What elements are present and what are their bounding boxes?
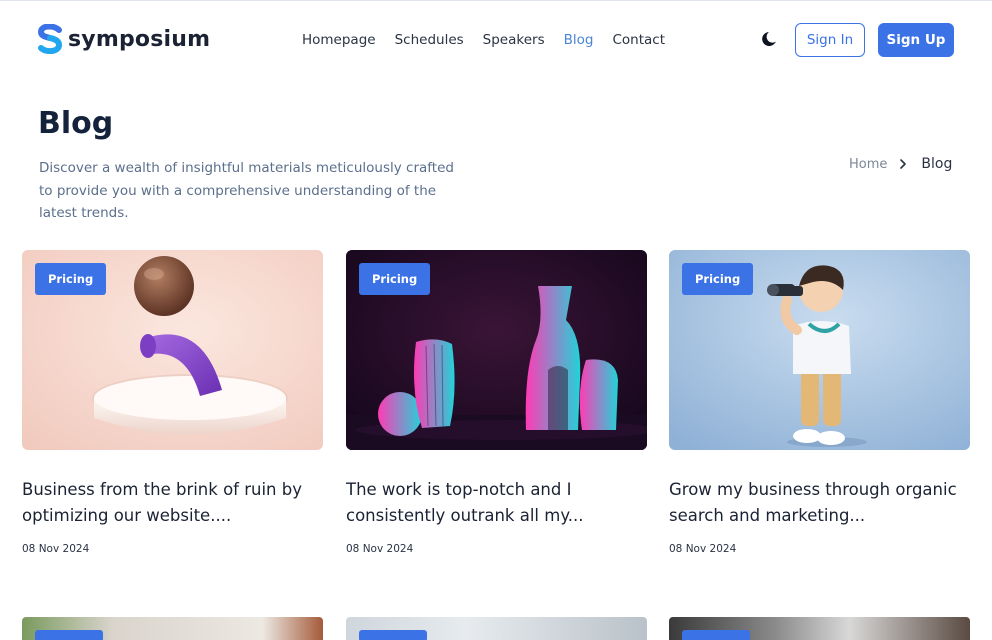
- post-date: 08 Nov 2024: [669, 543, 737, 555]
- main-nav: Homepage Schedules Speakers Blog Contact: [302, 32, 684, 48]
- nav-item-schedules[interactable]: Schedules: [395, 32, 464, 48]
- category-tag[interactable]: Pricing: [682, 263, 754, 295]
- nav-item-contact[interactable]: Contact: [612, 32, 665, 48]
- logo-s-icon: [37, 23, 63, 55]
- blog-card-partial[interactable]: [22, 617, 323, 640]
- sign-up-button[interactable]: Sign Up: [878, 23, 954, 57]
- post-title[interactable]: Grow my business through organic search …: [669, 477, 970, 529]
- post-title[interactable]: Business from the brink of ruin by optim…: [22, 477, 323, 529]
- blog-card-partial[interactable]: [346, 617, 647, 640]
- nav-item-speakers[interactable]: Speakers: [483, 32, 545, 48]
- post-date: 08 Nov 2024: [22, 543, 90, 555]
- site-header: symposium Homepage Schedules Speakers Bl…: [0, 0, 992, 80]
- breadcrumb-home-link[interactable]: Home: [849, 157, 887, 172]
- blog-card-partial[interactable]: [669, 617, 970, 640]
- blog-card[interactable]: Pricing Business from the brink of ruin …: [22, 250, 323, 555]
- page-description: Discover a wealth of insightful material…: [39, 160, 454, 221]
- card-image-pink-abstract[interactable]: Pricing: [22, 250, 323, 450]
- brand-name: symposium: [68, 26, 211, 52]
- page-title: Blog: [38, 106, 114, 141]
- card-image-boy-binoculars[interactable]: Pricing: [669, 250, 970, 450]
- nav-item-blog[interactable]: Blog: [564, 32, 594, 48]
- card-image-partial[interactable]: [669, 617, 970, 640]
- blog-card[interactable]: Pricing The work is top-notch and I cons…: [346, 250, 647, 555]
- blog-card[interactable]: Pricing Grow my business through organic…: [669, 250, 970, 555]
- post-date: 08 Nov 2024: [346, 543, 414, 555]
- chevron-right-icon: [897, 158, 909, 170]
- card-image-partial[interactable]: [346, 617, 647, 640]
- brand-logo[interactable]: symposium: [37, 23, 211, 55]
- category-tag[interactable]: Pricing: [359, 263, 431, 295]
- category-tag-partial[interactable]: [682, 630, 750, 640]
- post-title[interactable]: The work is top-notch and I consistently…: [346, 477, 647, 529]
- breadcrumb-current: Blog: [921, 156, 953, 172]
- sign-in-button[interactable]: Sign In: [795, 23, 865, 57]
- category-tag[interactable]: Pricing: [35, 263, 107, 295]
- breadcrumb: Home Blog: [849, 156, 952, 172]
- card-image-neon-vases[interactable]: Pricing: [346, 250, 647, 450]
- card-image-partial[interactable]: [22, 617, 323, 640]
- category-tag-partial[interactable]: [35, 630, 103, 640]
- category-tag-partial[interactable]: [359, 630, 427, 640]
- moon-icon[interactable]: [760, 29, 780, 49]
- nav-item-homepage[interactable]: Homepage: [302, 32, 376, 48]
